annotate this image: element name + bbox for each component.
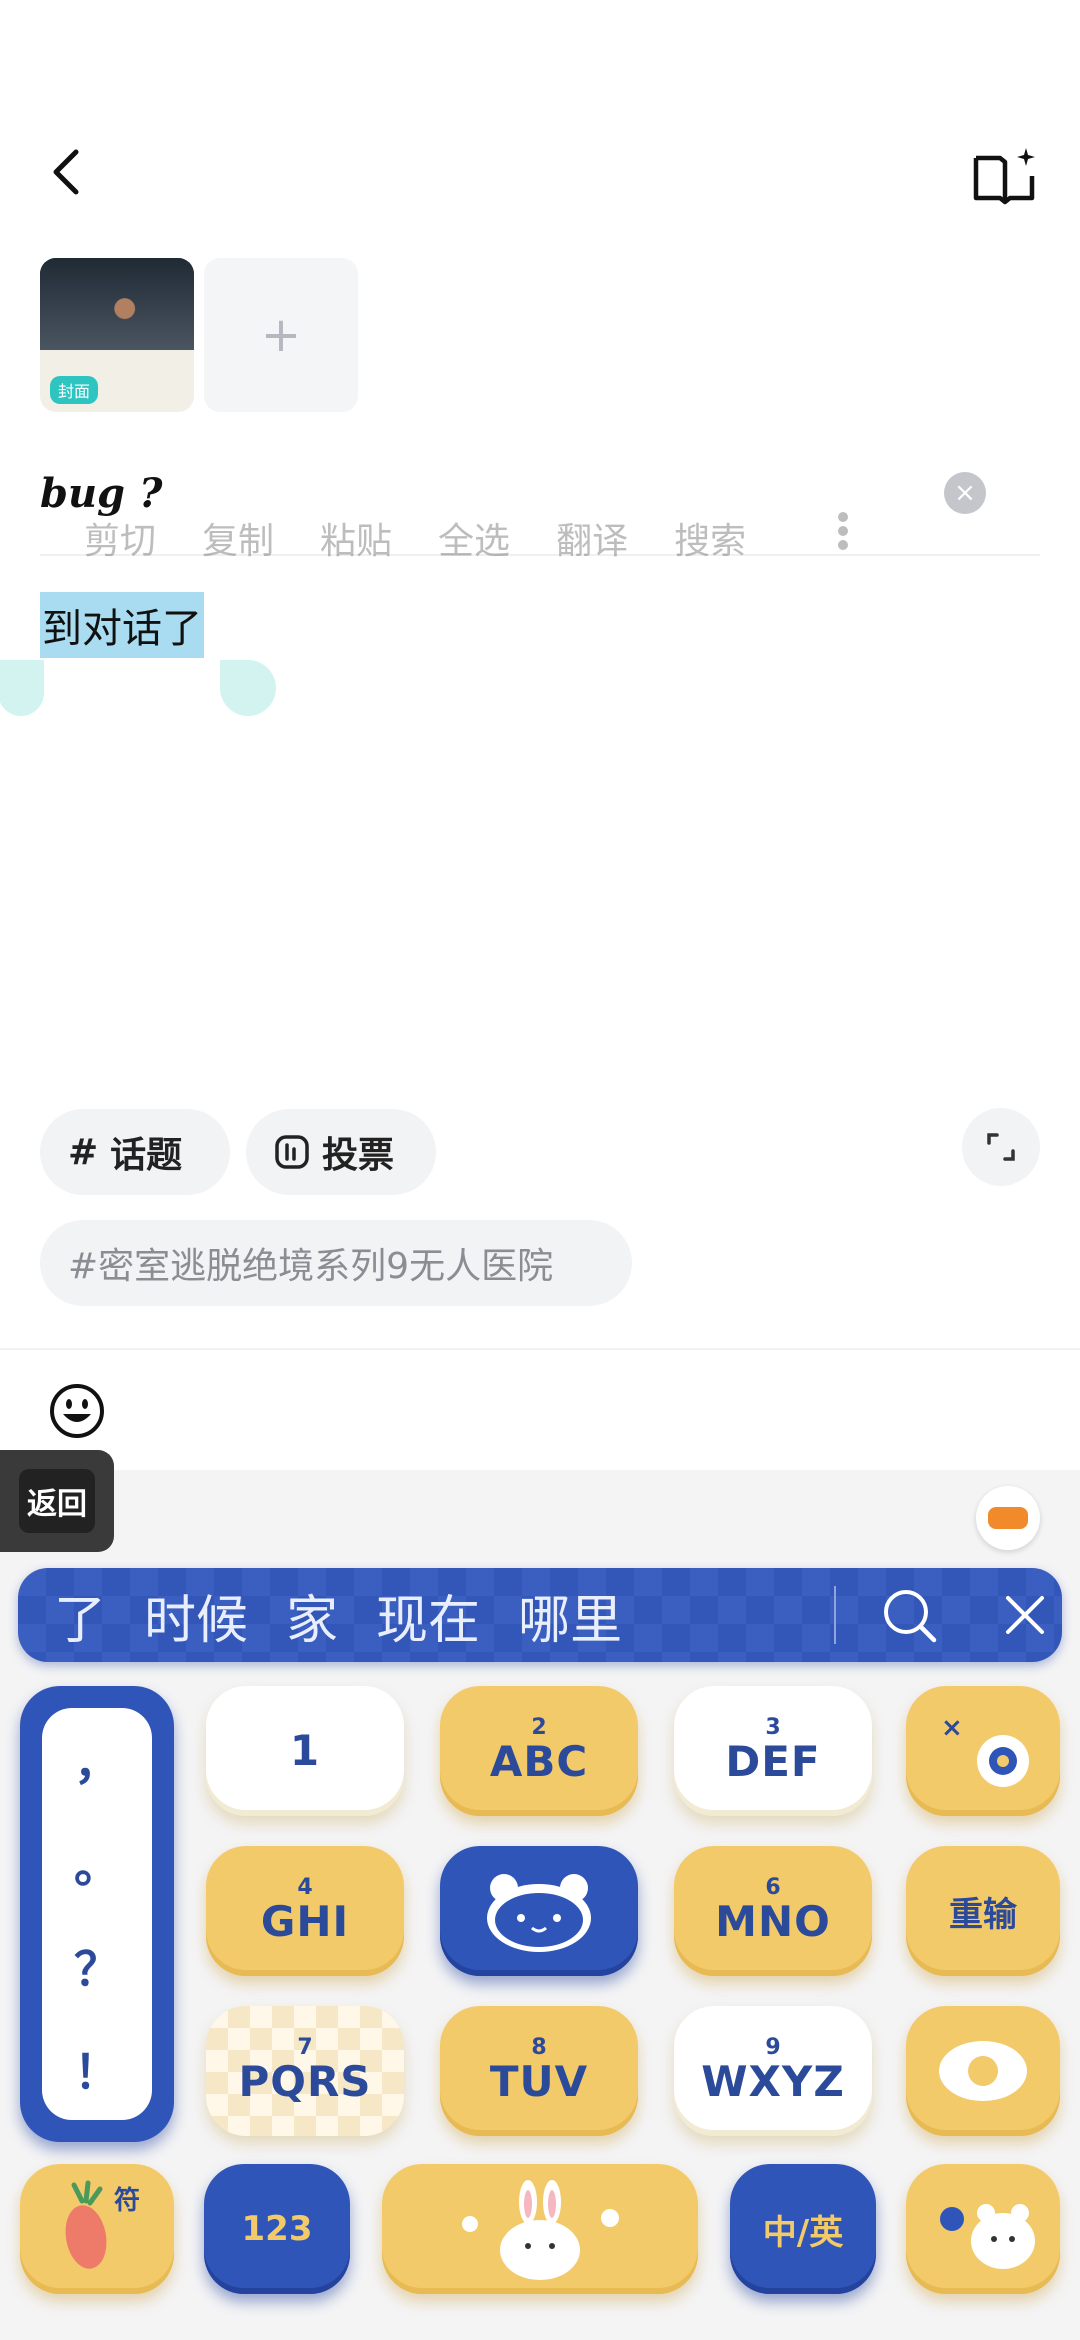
vote-chip[interactable]: 投票 bbox=[246, 1109, 436, 1195]
candidate-word[interactable]: 现在 bbox=[338, 1578, 480, 1653]
candidate-word[interactable]: 时候 bbox=[106, 1578, 248, 1653]
candidate-separator bbox=[834, 1586, 836, 1644]
bear-flower-icon bbox=[940, 2204, 1035, 2269]
key-5-bear[interactable] bbox=[440, 1846, 638, 1976]
space-key[interactable] bbox=[382, 2164, 698, 2294]
punctuation-column: ， 。 ？ ！ bbox=[20, 1686, 174, 2142]
suggested-hashtag-chip[interactable]: #密室逃脱绝境系列9无人医院 bbox=[40, 1220, 632, 1306]
punct-comma-key[interactable]: ， bbox=[74, 1727, 120, 1793]
delete-key[interactable]: × bbox=[906, 1686, 1060, 1816]
hash-icon: # bbox=[68, 1131, 99, 1173]
selection-handle-end[interactable] bbox=[220, 660, 276, 716]
chevron-left-icon bbox=[53, 149, 79, 195]
key-3[interactable]: 3 DEF bbox=[674, 1686, 872, 1816]
clear-title-button[interactable]: × bbox=[944, 472, 986, 514]
enter-key[interactable] bbox=[906, 2164, 1060, 2294]
key-8[interactable]: 8 TUV bbox=[440, 2006, 638, 2136]
key-7[interactable]: 7 PQRS bbox=[206, 2006, 404, 2136]
flower-delete-icon: × bbox=[941, 1713, 1029, 1787]
cover-image-thumbnail[interactable]: 封面 bbox=[40, 258, 194, 412]
fried-egg-icon bbox=[939, 2041, 1027, 2101]
punct-period-key[interactable]: 。 bbox=[74, 1830, 120, 1896]
candidate-bar: 了 时候 家 现在 哪里 bbox=[18, 1568, 1062, 1662]
menu-item-select-all[interactable]: 全选 bbox=[438, 512, 510, 564]
key-2[interactable]: 2 ABC bbox=[440, 1686, 638, 1816]
menu-item-translate[interactable]: 翻译 bbox=[556, 512, 628, 564]
menu-item-cut[interactable]: 剪切 bbox=[84, 512, 156, 564]
thumbnail-image bbox=[40, 258, 194, 351]
topic-label: 话题 bbox=[110, 1135, 183, 1176]
add-image-button[interactable]: + bbox=[204, 258, 358, 412]
menu-item-paste[interactable]: 粘贴 bbox=[320, 512, 392, 564]
menu-item-copy[interactable]: 复制 bbox=[202, 512, 274, 564]
lang-switch-key[interactable]: 中/英 bbox=[730, 2164, 876, 2294]
bunny-icon bbox=[462, 2180, 619, 2280]
key-4[interactable]: 4 GHI bbox=[206, 1846, 404, 1976]
keyboard-mascot-icon[interactable] bbox=[976, 1486, 1040, 1550]
svg-text:符: 符 bbox=[114, 2185, 140, 2216]
cover-badge: 封面 bbox=[50, 376, 99, 404]
key-1[interactable]: 1 bbox=[206, 1686, 404, 1816]
retype-key[interactable]: 重输 bbox=[906, 1846, 1060, 1976]
key-9[interactable]: 9 WXYZ bbox=[674, 2006, 872, 2136]
menu-item-search[interactable]: 搜索 bbox=[674, 512, 746, 564]
body-text-selected[interactable]: 到对话了 bbox=[40, 592, 204, 658]
key-6[interactable]: 6 MNO bbox=[674, 1846, 872, 1976]
expand-icon bbox=[987, 1133, 1015, 1161]
candidate-word[interactable]: 家 bbox=[248, 1578, 338, 1653]
return-label: 返回 bbox=[19, 1469, 95, 1533]
candidate-word[interactable]: 哪里 bbox=[480, 1578, 622, 1653]
numbers-key[interactable]: 123 bbox=[204, 2164, 350, 2294]
return-button[interactable]: 返回 bbox=[0, 1450, 114, 1552]
candidate-word[interactable]: 了 bbox=[18, 1578, 106, 1653]
back-button[interactable] bbox=[36, 140, 100, 204]
search-icon[interactable] bbox=[880, 1586, 940, 1646]
more-vertical-icon[interactable] bbox=[836, 508, 850, 558]
carrot-icon: 符 bbox=[65, 2180, 140, 2269]
smiley-icon bbox=[50, 1384, 104, 1438]
expand-button[interactable] bbox=[962, 1108, 1040, 1186]
topic-chip[interactable]: # 话题 bbox=[40, 1109, 230, 1195]
punct-question-key[interactable]: ？ bbox=[74, 1933, 120, 1999]
close-icon: × bbox=[954, 478, 976, 508]
svg-text:×: × bbox=[941, 1713, 963, 1743]
text-selection-menu: 剪切 复制 粘贴 全选 翻译 搜索 bbox=[40, 500, 910, 576]
symbols-key[interactable]: 符 bbox=[20, 2164, 174, 2294]
space-egg-key[interactable] bbox=[906, 2006, 1060, 2136]
vote-label: 投票 bbox=[322, 1135, 395, 1176]
selection-handle-start[interactable] bbox=[0, 660, 44, 716]
toolbar-divider bbox=[0, 1348, 1080, 1350]
poll-icon bbox=[275, 1135, 309, 1169]
guide-button[interactable] bbox=[970, 140, 1040, 210]
plus-icon: + bbox=[260, 307, 302, 363]
close-icon[interactable] bbox=[1000, 1590, 1050, 1640]
bear-face-icon bbox=[487, 1874, 591, 1952]
book-sparkle-icon bbox=[973, 148, 1035, 205]
emoji-button[interactable] bbox=[48, 1382, 106, 1440]
punct-exclaim-key[interactable]: ！ bbox=[74, 2036, 120, 2102]
